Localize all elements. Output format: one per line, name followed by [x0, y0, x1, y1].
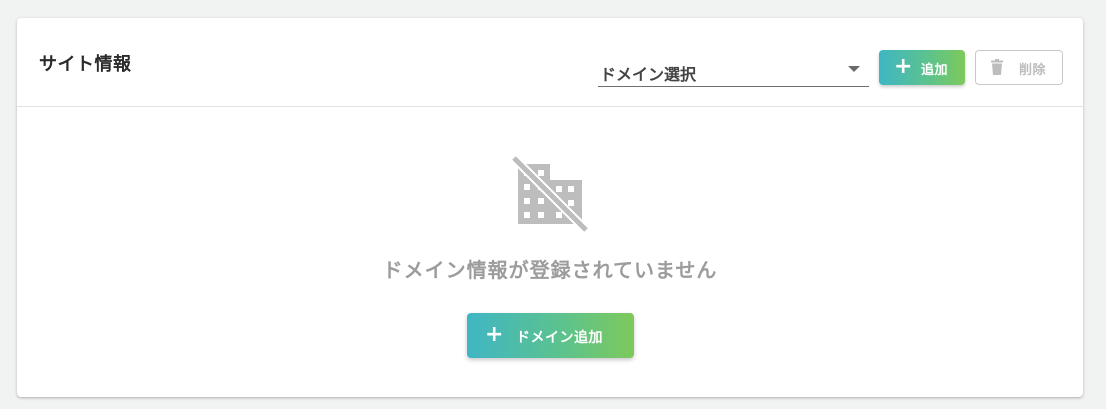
trash-icon [991, 59, 1003, 79]
add-domain-button[interactable]: + ドメイン追加 [467, 313, 634, 358]
add-button[interactable]: + 追加 [879, 50, 965, 85]
domain-disabled-icon [510, 154, 590, 238]
plus-icon: + [894, 54, 913, 79]
page-title: サイト情報 [39, 54, 132, 75]
empty-state-message: ドメイン情報が登録されていません [382, 258, 718, 282]
delete-button[interactable]: 削除 [975, 50, 1063, 85]
domain-select[interactable]: ドメイン選択 [598, 56, 869, 87]
add-domain-button-label: ドメイン追加 [516, 330, 603, 346]
site-info-card: サイト情報 ドメイン選択 + 追加 削除 ドメイン情報が登録されていません + … [17, 18, 1083, 397]
add-button-label: 追加 [921, 63, 949, 78]
card-header: サイト情報 ドメイン選択 + 追加 削除 [17, 18, 1083, 107]
delete-button-label: 削除 [1019, 63, 1047, 78]
plus-icon: + [485, 322, 504, 347]
dropdown-arrow-icon [848, 66, 860, 72]
domain-select-value: ドメイン選択 [600, 65, 697, 84]
